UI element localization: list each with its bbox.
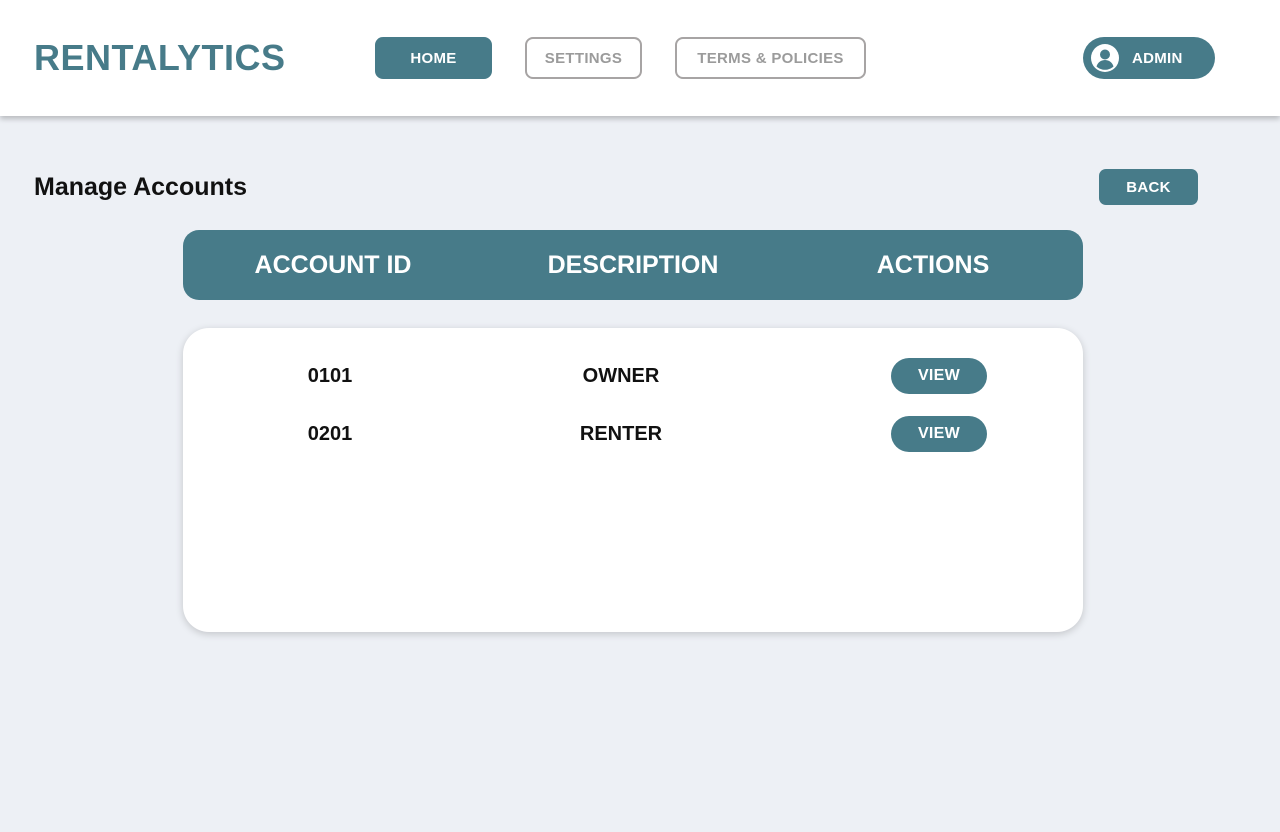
nav-settings-button[interactable]: SETTINGS — [525, 37, 642, 79]
account-id-cell: 0201 — [307, 423, 353, 445]
nav-terms-button[interactable]: TERMS & POLICIES — [675, 37, 866, 79]
admin-label: ADMIN — [1132, 49, 1183, 67]
table-header: ACCOUNT ID DESCRIPTION ACTIONS — [183, 230, 1083, 300]
brand-logo[interactable]: RENTALYTICS — [34, 36, 286, 80]
account-description-cell: RENTER — [579, 423, 663, 445]
table-row: 0101 OWNER VIEW — [183, 358, 1083, 394]
user-circle-icon — [1090, 43, 1120, 73]
column-header-actions: ACTIONS — [876, 251, 990, 279]
page-title: Manage Accounts — [34, 173, 248, 201]
accounts-table-body: 0101 OWNER VIEW 0201 RENTER VIEW — [183, 328, 1083, 632]
top-navbar: RENTALYTICS HOME SETTINGS TERMS & POLICI… — [0, 0, 1280, 116]
nav-home-button[interactable]: HOME — [375, 37, 492, 79]
column-header-account-id: ACCOUNT ID — [254, 251, 412, 279]
admin-profile-button[interactable]: ADMIN — [1083, 37, 1215, 79]
table-row: 0201 RENTER VIEW — [183, 416, 1083, 452]
view-button[interactable]: VIEW — [891, 358, 987, 394]
account-id-cell: 0101 — [307, 365, 353, 387]
view-button[interactable]: VIEW — [891, 416, 987, 452]
column-header-description: DESCRIPTION — [547, 251, 719, 279]
back-button[interactable]: BACK — [1099, 169, 1198, 205]
account-description-cell: OWNER — [582, 365, 660, 387]
